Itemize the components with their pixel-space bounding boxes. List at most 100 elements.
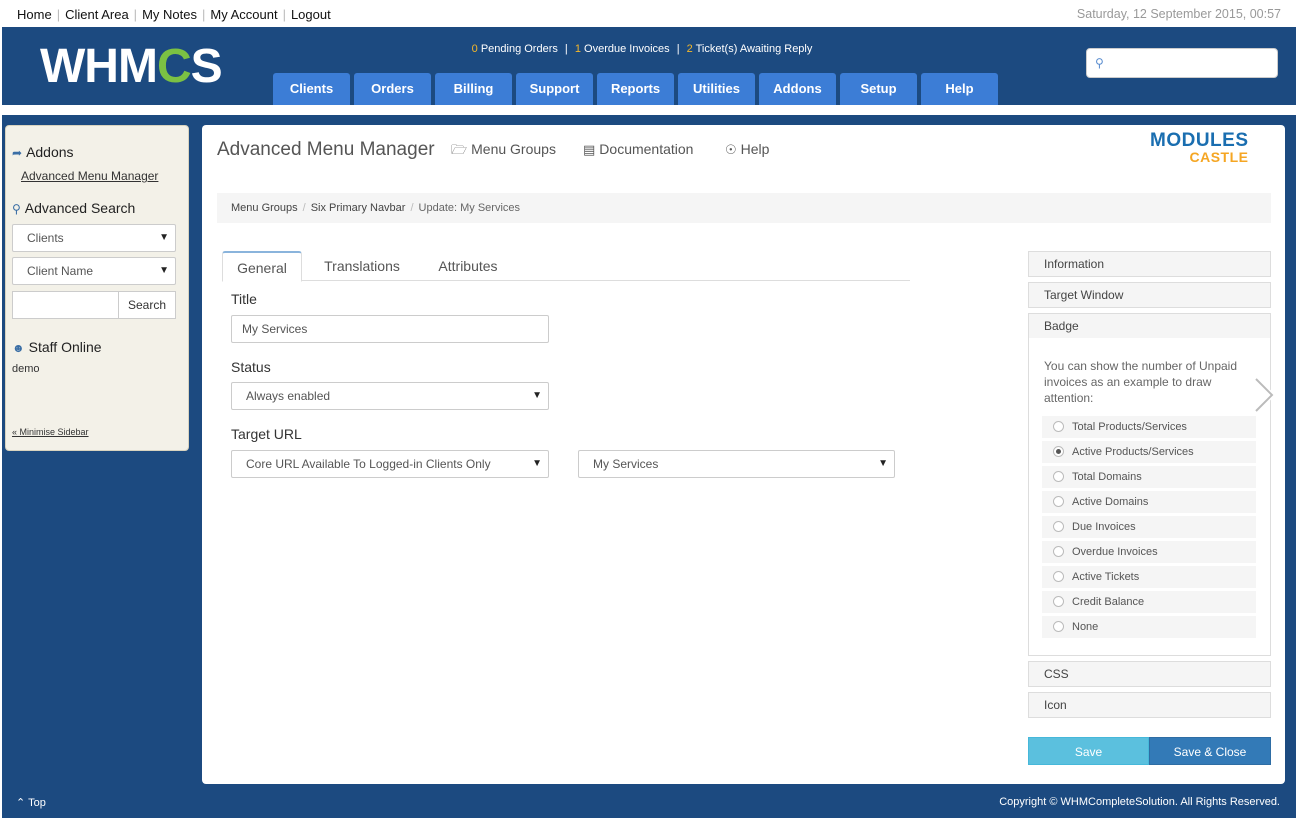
nav-billing[interactable]: Billing <box>435 73 512 105</box>
caret-down-icon: ▼ <box>159 265 169 276</box>
badge-option[interactable]: Total Domains <box>1042 466 1256 488</box>
header: WHMCS 0 Pending Orders | 1 Overdue Invoi… <box>0 27 1300 105</box>
caret-down-icon: ▼ <box>159 232 169 243</box>
save-close-button[interactable]: Save & Close <box>1149 737 1271 765</box>
current-date: Saturday, 12 September 2015, 00:57 <box>1076 7 1281 21</box>
sidebar: ➦ Addons Advanced Menu Manager ⚲ Advanced … <box>5 125 189 451</box>
radio-checked-icon <box>1053 446 1064 457</box>
radio-icon <box>1053 471 1064 482</box>
badge-option[interactable]: Credit Balance <box>1042 591 1256 613</box>
folder-open-icon: 🗁 <box>451 142 468 157</box>
addons-icon: ➦ <box>12 146 23 160</box>
breadcrumb: Menu Groups / Six Primary Navbar / Update: M… <box>217 193 1271 223</box>
badge-panel: You can show the number of Unpaid invoic… <box>1028 338 1271 656</box>
search-value-input[interactable] <box>12 291 119 319</box>
title-label: Title <box>231 291 257 307</box>
nav-support[interactable]: Support <box>516 73 593 105</box>
accordion-badge[interactable]: Badge <box>1028 313 1271 339</box>
top-bar: Home | Client Area | My Notes | My Account | Log… <box>0 0 1300 27</box>
search-button[interactable]: Search <box>118 291 176 319</box>
accordion-icon[interactable]: Icon <box>1028 692 1271 718</box>
target-url-type-select[interactable]: Core URL Available To Logged-in Clients … <box>231 450 549 478</box>
home-link[interactable]: Home <box>17 7 52 22</box>
overdue-invoices-count[interactable]: 1 <box>575 43 581 55</box>
radio-icon <box>1053 596 1064 607</box>
tickets-label[interactable]: Ticket(s) Awaiting Reply <box>696 43 813 55</box>
breadcrumb-six-primary-navbar[interactable]: Six Primary Navbar <box>311 202 406 214</box>
breadcrumb-menu-groups[interactable]: Menu Groups <box>231 202 298 214</box>
badge-option[interactable]: Active Products/Services <box>1042 441 1256 463</box>
documentation-link[interactable]: ▤ Documentation <box>583 141 693 158</box>
addons-heading: ➦ Addons <box>12 144 74 160</box>
radio-icon <box>1053 571 1064 582</box>
menu-groups-link[interactable]: 🗁 Menu Groups <box>451 141 556 163</box>
badge-option[interactable]: Active Domains <box>1042 491 1256 513</box>
tab-translations[interactable]: Translations <box>310 251 414 281</box>
badge-option[interactable]: Total Products/Services <box>1042 416 1256 438</box>
status-label: Status <box>231 359 271 375</box>
caret-down-icon: ▼ <box>878 458 888 469</box>
logout-link[interactable]: Logout <box>291 7 331 22</box>
search-field-select[interactable]: Client Name ▼ <box>12 257 176 285</box>
nav-setup[interactable]: Setup <box>840 73 917 105</box>
pending-orders-count[interactable]: 0 <box>472 43 478 55</box>
title-input[interactable]: My Services <box>231 315 549 343</box>
chevron-right-icon[interactable] <box>1248 375 1278 415</box>
search-type-select[interactable]: Clients ▼ <box>12 224 176 252</box>
copyright: Copyright © WHMCompleteSolution. All Rig… <box>999 796 1280 808</box>
book-icon: ▤ <box>583 142 596 157</box>
badge-option[interactable]: None <box>1042 616 1256 638</box>
modules-castle-logo: MODULES CASTLE <box>1150 130 1249 165</box>
caret-down-icon: ▼ <box>532 458 542 469</box>
nav-reports[interactable]: Reports <box>597 73 674 105</box>
radio-icon <box>1053 546 1064 557</box>
overdue-invoices-label[interactable]: Overdue Invoices <box>584 43 670 55</box>
save-button[interactable]: Save <box>1028 737 1149 765</box>
badge-option[interactable]: Active Tickets <box>1042 566 1256 588</box>
accordion-css[interactable]: CSS <box>1028 661 1271 687</box>
header-search-input[interactable] <box>1113 55 1271 71</box>
target-url-value-select[interactable]: My Services ▼ <box>578 450 895 478</box>
badge-option[interactable]: Due Invoices <box>1042 516 1256 538</box>
header-search: ⚲ <box>1086 48 1278 78</box>
breadcrumb-current: Update: My Services <box>418 202 521 214</box>
pending-orders-label[interactable]: Pending Orders <box>481 43 558 55</box>
top-links: Home | Client Area | My Notes | My Account | Log… <box>17 7 331 22</box>
radio-icon <box>1053 521 1064 532</box>
main-nav: Clients Orders Billing Support Reports U… <box>273 73 998 105</box>
status-select[interactable]: Always enabled ▼ <box>231 382 549 410</box>
advanced-search-heading: ⚲ Advanced Search <box>12 200 136 216</box>
accordion-target-window[interactable]: Target Window <box>1028 282 1271 308</box>
caret-down-icon: ▼ <box>532 390 542 401</box>
back-to-top-link[interactable]: ⌃ Top <box>16 796 46 809</box>
advanced-menu-manager-link[interactable]: Advanced Menu Manager <box>21 169 158 183</box>
search-icon: ⚲ <box>12 202 21 216</box>
main-panel: Advanced Menu Manager 🗁 Menu Groups ▤ Docu… <box>202 125 1285 784</box>
accordion-information[interactable]: Information <box>1028 251 1271 277</box>
nav-utilities[interactable]: Utilities <box>678 73 755 105</box>
target-url-label: Target URL <box>231 426 302 442</box>
nav-clients[interactable]: Clients <box>273 73 350 105</box>
life-ring-icon: ☉ <box>725 142 737 157</box>
tab-general[interactable]: General <box>222 251 302 282</box>
radio-icon <box>1053 496 1064 507</box>
search-icon: ⚲ <box>1095 56 1104 70</box>
badge-option[interactable]: Overdue Invoices <box>1042 541 1256 563</box>
form-tabs: General Translations Attributes <box>222 251 910 282</box>
help-link[interactable]: ☉ Help <box>725 141 769 158</box>
staff-online-heading: ☻ Staff Online <box>12 339 102 355</box>
my-account-link[interactable]: My Account <box>210 7 277 22</box>
minimise-sidebar-link[interactable]: « Minimise Sidebar <box>12 427 89 437</box>
header-divider <box>0 105 1300 115</box>
user-icon: ☻ <box>12 341 25 355</box>
tab-attributes[interactable]: Attributes <box>422 251 514 281</box>
tickets-count[interactable]: 2 <box>687 43 693 55</box>
nav-help[interactable]: Help <box>921 73 998 105</box>
nav-orders[interactable]: Orders <box>354 73 431 105</box>
page-title: Advanced Menu Manager <box>217 139 435 160</box>
my-notes-link[interactable]: My Notes <box>142 7 197 22</box>
nav-addons[interactable]: Addons <box>759 73 836 105</box>
staff-user: demo <box>12 363 40 375</box>
radio-icon <box>1053 421 1064 432</box>
client-area-link[interactable]: Client Area <box>65 7 129 22</box>
